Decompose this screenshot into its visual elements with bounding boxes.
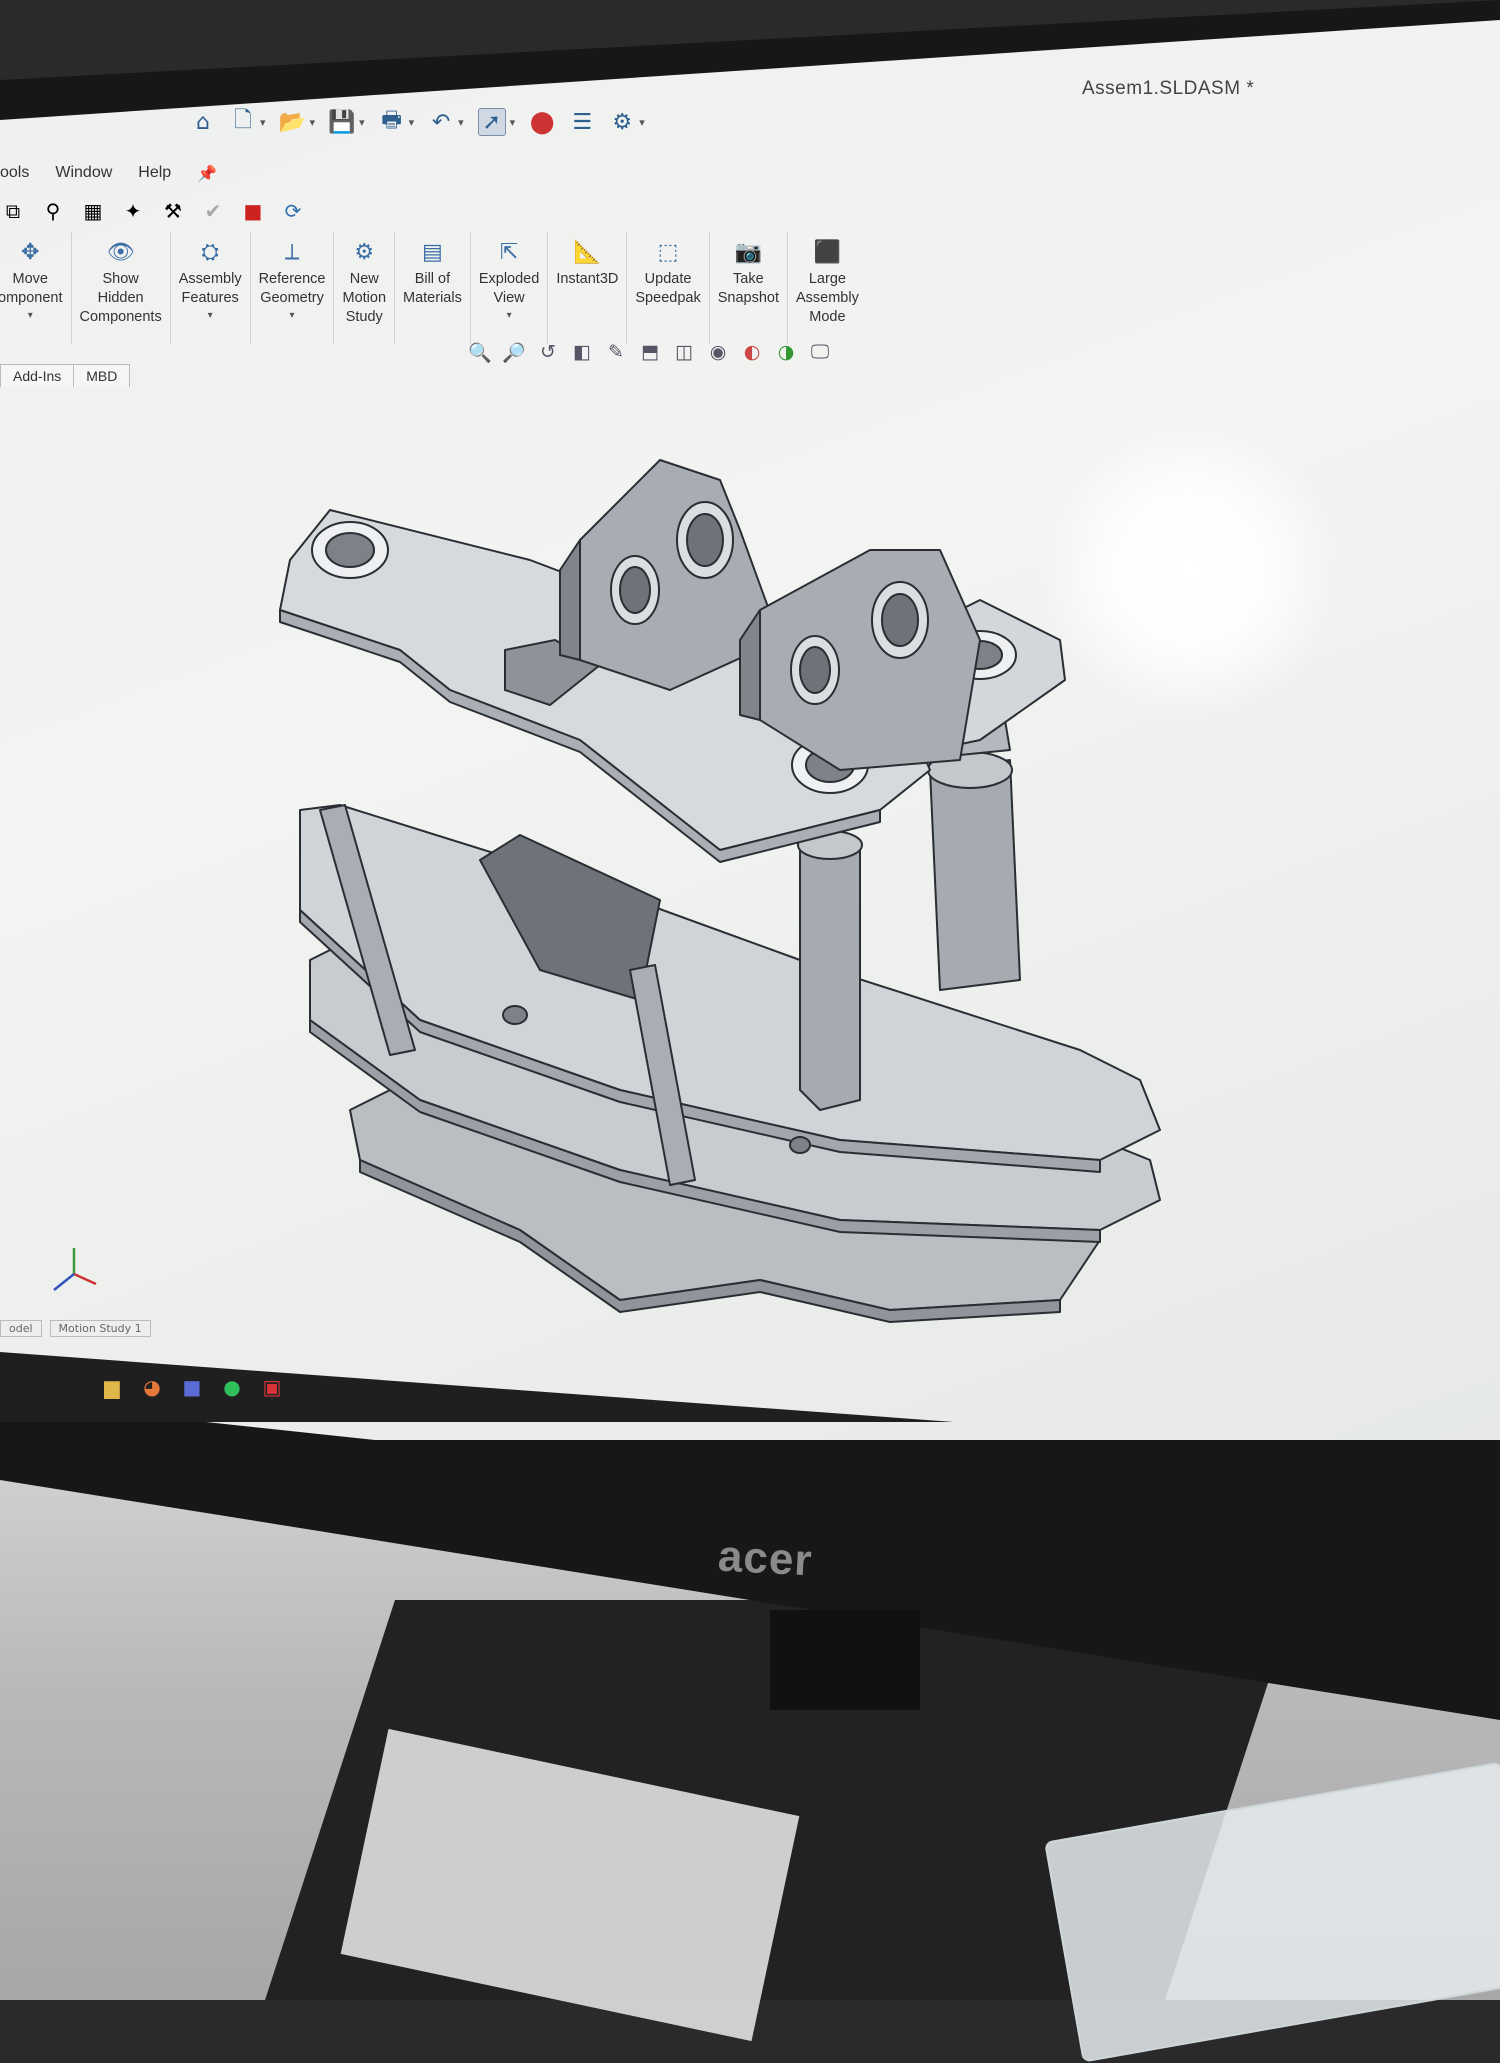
menu-help[interactable]: Help xyxy=(138,162,171,186)
assembly-features-icon: ⛭ xyxy=(201,239,219,264)
large-assembly-icon: ⬛ xyxy=(813,239,842,264)
teams-icon[interactable]: ■ xyxy=(180,1375,204,1399)
show-hidden-icon: 👁 xyxy=(106,239,135,264)
bill-of-materials-button[interactable]: ▤ Bill of Materials xyxy=(395,232,471,344)
taskbar-icons: ▆ ◕ ■ ● ▣ xyxy=(100,1375,284,1399)
chevron-down-icon[interactable]: ▾ xyxy=(409,116,415,129)
edit-appearance-icon[interactable]: ◐ xyxy=(740,340,764,364)
monitor-screen: Assem1.SLDASM * ⌂ 🗋 ▾ 📂 ▾ 💾 ▾ 🖶 ▾ ↶ ▾ ➚ … xyxy=(0,20,1500,1440)
instant3d-icon: 📐 xyxy=(573,239,602,264)
show-hidden-components-button[interactable]: 👁 Show Hidden Components xyxy=(72,232,171,344)
zoom-to-area-icon[interactable]: 🔎 xyxy=(502,340,526,364)
undo-icon[interactable]: ↶ xyxy=(428,109,454,135)
move-component-button[interactable]: ✥ Move omponent ▾ xyxy=(0,232,72,344)
home-icon[interactable]: ⌂ xyxy=(190,109,216,135)
select-cursor-icon[interactable]: ➚ xyxy=(477,108,506,136)
bottom-tabs: odel Motion Study 1 xyxy=(0,1320,151,1337)
chevron-down-icon[interactable]: ▾ xyxy=(458,116,464,129)
menu-window[interactable]: Window xyxy=(55,162,112,186)
chevron-down-icon[interactable]: ▾ xyxy=(208,310,213,321)
chevron-down-icon[interactable]: ▾ xyxy=(507,310,512,321)
display-style-icon[interactable]: ◫ xyxy=(672,340,696,364)
quick-access-toolbar: ⌂ 🗋 ▾ 📂 ▾ 💾 ▾ 🖶 ▾ ↶ ▾ ➚ ▾ ⬤ ☰ ⚙ ▾ xyxy=(190,108,645,136)
chevron-down-icon[interactable]: ▾ xyxy=(359,116,365,129)
save-icon[interactable]: 💾 xyxy=(328,109,355,135)
assembly-3d-model[interactable] xyxy=(200,440,1250,1340)
browser-icon[interactable]: ◕ xyxy=(140,1375,164,1399)
sync-icon[interactable]: ⟳ xyxy=(280,198,306,224)
chevron-down-icon[interactable]: ▾ xyxy=(260,116,266,129)
large-assembly-mode-button[interactable]: ⬛ Large Assembly Mode xyxy=(788,232,867,344)
smart-fasteners-icon[interactable]: ✦ xyxy=(120,198,146,224)
open-folder-icon[interactable]: 📂 xyxy=(279,109,306,135)
chevron-down-icon[interactable]: ▾ xyxy=(510,116,516,129)
monitor-stand xyxy=(770,1610,920,1710)
print-icon[interactable]: 🖶 xyxy=(379,108,405,135)
hide-show-items-icon[interactable]: ◉ xyxy=(706,340,730,364)
update-speedpak-button[interactable]: ⬚ Update Speedpak xyxy=(627,232,710,344)
new-motion-study-button[interactable]: ⚙ New Motion Study xyxy=(334,232,396,344)
file-properties-icon[interactable]: ☰ xyxy=(569,109,595,135)
instant3d-button[interactable]: 📐 Instant3D xyxy=(548,232,628,344)
bom-icon: ▤ xyxy=(422,239,443,264)
reference-geometry-button[interactable]: ⟂ Reference Geometry ▾ xyxy=(251,232,335,344)
motion-study-icon: ⚙ xyxy=(354,239,375,264)
menu-bar: ools Window Help 📌 xyxy=(0,162,217,186)
tab-model[interactable]: odel xyxy=(0,1320,42,1337)
heads-up-view-toolbar: 🔍 🔎 ↺ ◧ ✎ ⬒ ◫ ◉ ◐ ◑ 🖵 xyxy=(468,340,832,364)
view-orientation-icon[interactable]: ⬒ xyxy=(638,340,662,364)
take-snapshot-button[interactable]: 📷 Take Snapshot xyxy=(710,232,788,344)
assembly-features-button[interactable]: ⛭ Assembly Features ▾ xyxy=(171,232,251,344)
exploded-view-icon: ⇱ xyxy=(499,239,519,264)
chevron-down-icon[interactable]: ▾ xyxy=(639,116,645,129)
coordinate-triad-icon xyxy=(53,1248,97,1291)
window-title: Assem1.SLDASM * xyxy=(1082,78,1255,99)
dynamic-annotation-icon[interactable]: ✎ xyxy=(604,340,628,364)
reference-geometry-icon: ⟂ xyxy=(284,239,300,264)
exploded-view-button[interactable]: ⇱ Exploded View ▾ xyxy=(471,232,549,344)
chevron-down-icon[interactable]: ▾ xyxy=(290,310,295,321)
chevron-down-icon[interactable]: ▾ xyxy=(310,116,316,129)
toolbox-icon[interactable]: ⚒ xyxy=(160,198,186,224)
previous-view-icon[interactable]: ↺ xyxy=(536,340,560,364)
section-view-icon[interactable]: ◧ xyxy=(570,340,594,364)
tab-add-ins[interactable]: Add-Ins xyxy=(0,364,75,387)
check-icon[interactable]: ✔ xyxy=(200,198,226,224)
tab-mbd[interactable]: MBD xyxy=(73,364,131,387)
new-document-icon[interactable]: 🗋 xyxy=(230,108,256,135)
chevron-down-icon[interactable]: ▾ xyxy=(28,310,33,321)
move-component-icon: ✥ xyxy=(21,239,40,264)
camera-icon: 📷 xyxy=(734,239,763,264)
gear-icon[interactable]: ⚙ xyxy=(609,109,635,135)
zoom-to-fit-icon[interactable]: 🔍 xyxy=(468,340,492,364)
apply-scene-icon[interactable]: ◑ xyxy=(774,340,798,364)
menu-tools[interactable]: ools xyxy=(0,162,29,186)
command-manager-ribbon: ✥ Move omponent ▾ 👁 Show Hidden Componen… xyxy=(0,232,1000,352)
speedpak-icon: ⬚ xyxy=(657,239,679,264)
file-explorer-icon[interactable]: ▆ xyxy=(100,1375,124,1399)
command-manager-tabs: Add-Ins MBD xyxy=(0,364,131,387)
solidworks-icon[interactable]: ▣ xyxy=(260,1375,284,1399)
insert-component-icon[interactable]: ⧉ xyxy=(0,198,26,224)
pattern-icon[interactable]: ▦ xyxy=(80,198,106,224)
secondary-toolbar: ⧉ ⚲ ▦ ✦ ⚒ ✔ ■ ⟳ xyxy=(0,198,306,224)
view-settings-icon[interactable]: 🖵 xyxy=(808,340,832,364)
traffic-light-icon[interactable]: ⬤ xyxy=(529,109,555,135)
pin-icon[interactable]: 📌 xyxy=(197,162,217,186)
tab-motion-study-1[interactable]: Motion Study 1 xyxy=(49,1320,151,1337)
spotify-icon[interactable]: ● xyxy=(220,1375,244,1399)
monitor-brand-logo: acer xyxy=(716,1531,814,1586)
mate-icon[interactable]: ⚲ xyxy=(40,198,66,224)
color-square-icon[interactable]: ■ xyxy=(240,198,266,224)
